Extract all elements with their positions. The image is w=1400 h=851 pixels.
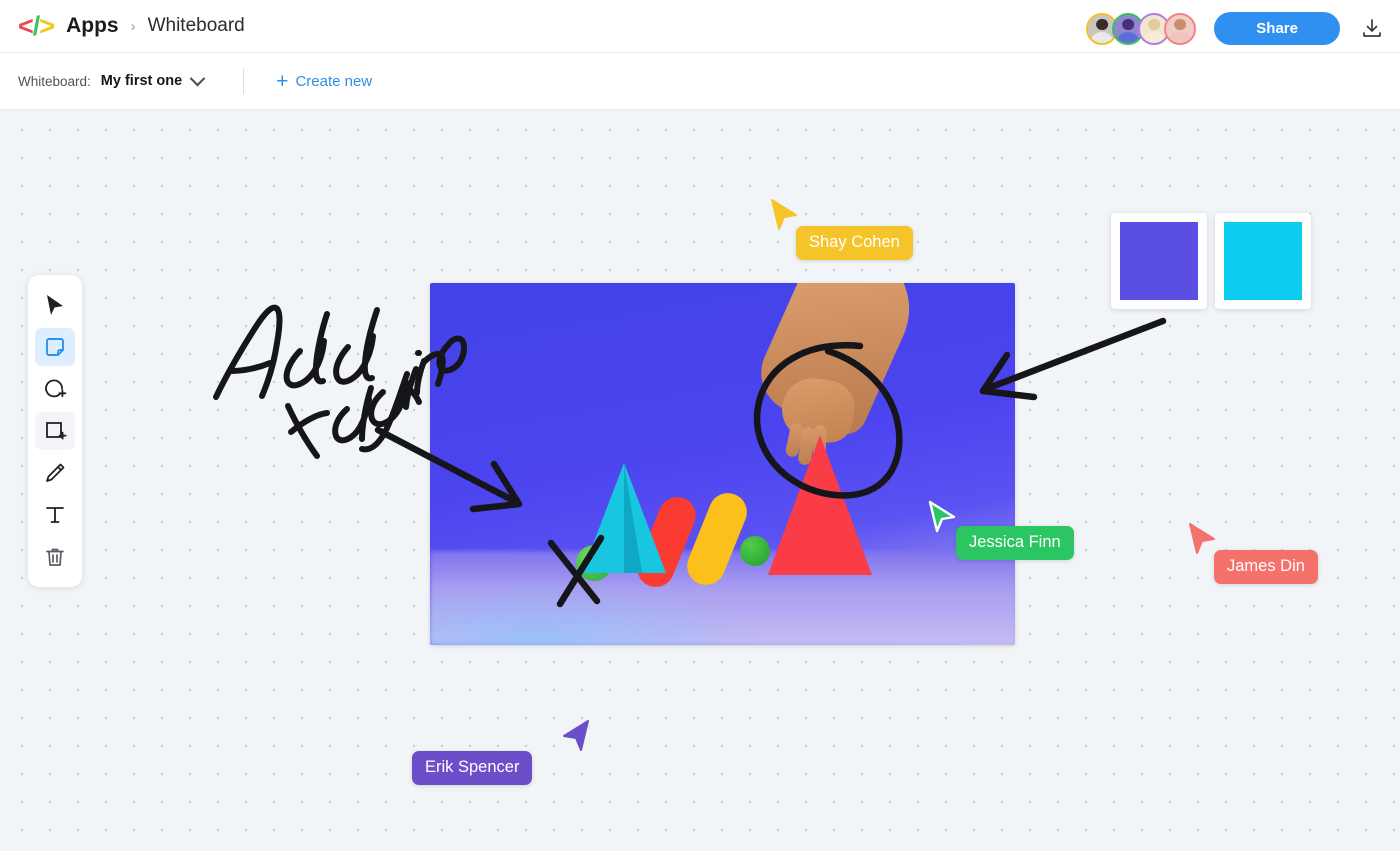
whiteboard-canvas[interactable]: Shay Cohen Jessica Finn James Din Erik S… (0, 110, 1400, 851)
swatch-cyan (1224, 222, 1302, 300)
trash-icon (46, 548, 64, 566)
tool-add-frame[interactable] (35, 412, 75, 450)
avatar-body (1142, 32, 1167, 43)
swatch-card-cyan[interactable] (1215, 213, 1311, 309)
cursor-james-din: James Din (1188, 522, 1318, 584)
tool-select[interactable] (35, 286, 75, 324)
breadcrumb-separator: › (130, 17, 136, 35)
cursor-label: Shay Cohen (796, 226, 913, 260)
tool-panel (28, 275, 82, 587)
handwriting-add-tagline (213, 304, 468, 459)
swatch-card-indigo[interactable] (1111, 213, 1207, 309)
tool-text[interactable] (35, 496, 75, 534)
breadcrumb-apps[interactable]: Apps (66, 14, 119, 38)
pencil-icon (46, 463, 65, 482)
cursor-erik-spencer: Erik Spencer (412, 719, 590, 785)
collaborator-avatars (1086, 12, 1197, 45)
photo-cone-red (768, 435, 872, 575)
create-new-button[interactable]: + Create new (276, 71, 372, 92)
photo-sphere-green (740, 536, 770, 566)
cursor-arrow-icon (928, 500, 956, 533)
text-icon (46, 507, 64, 523)
cursor-arrow-icon (563, 720, 589, 751)
avatar-4[interactable] (1164, 12, 1197, 45)
photo-floor-glow (430, 572, 781, 645)
avatar-head (1122, 18, 1135, 31)
tool-add-comment[interactable] (35, 370, 75, 408)
tool-pencil[interactable] (35, 454, 75, 492)
sticky-note-icon (46, 338, 64, 356)
cursor-label: Erik Spencer (412, 751, 533, 785)
whiteboard-name[interactable]: My first one (101, 73, 182, 89)
add-frame-icon (46, 422, 67, 440)
share-button[interactable]: Share (1214, 12, 1340, 45)
avatar-body (1090, 32, 1115, 43)
cursor-label: Jessica Finn (956, 526, 1074, 560)
whiteboard-app: < / > Apps › Whiteboard Whiteboard: My fir… (0, 0, 1400, 851)
avatar-head (1174, 18, 1187, 31)
code-brackets-logo[interactable]: < / > (18, 10, 55, 41)
divider (243, 68, 245, 94)
subbar: Whiteboard: My first one + Create new (0, 53, 1400, 110)
tool-delete[interactable] (35, 538, 75, 576)
cursor-label: James Din (1214, 550, 1318, 584)
avatar-head (1148, 18, 1161, 31)
tool-sticky-note[interactable] (35, 328, 75, 366)
logo-lt: < (18, 10, 34, 41)
logo-gt: > (39, 10, 55, 41)
create-new-label: Create new (295, 72, 373, 90)
cursor-jessica-finn: Jessica Finn (928, 500, 1074, 560)
download-icon[interactable] (1360, 17, 1384, 41)
avatar-body (1116, 32, 1141, 43)
shapes-photo[interactable] (430, 283, 1015, 645)
swatch-indigo (1120, 222, 1198, 300)
cursor-arrow-icon (771, 199, 797, 230)
avatar-head (1096, 18, 1109, 31)
chevron-down-icon[interactable] (189, 70, 206, 86)
breadcrumb-current: Whiteboard (147, 15, 245, 36)
topbar-right-controls: Share (1086, 0, 1384, 57)
photo-pyramid-cyan-shade (624, 463, 642, 573)
add-comment-icon (45, 379, 67, 398)
plus-icon: + (276, 69, 289, 93)
cursor-arrow-icon (1189, 523, 1215, 554)
avatar-body (1168, 32, 1193, 43)
whiteboard-label: Whiteboard: (18, 73, 91, 89)
cursor-shay-cohen: Shay Cohen (770, 198, 913, 260)
cursor-arrow-icon (47, 295, 63, 315)
